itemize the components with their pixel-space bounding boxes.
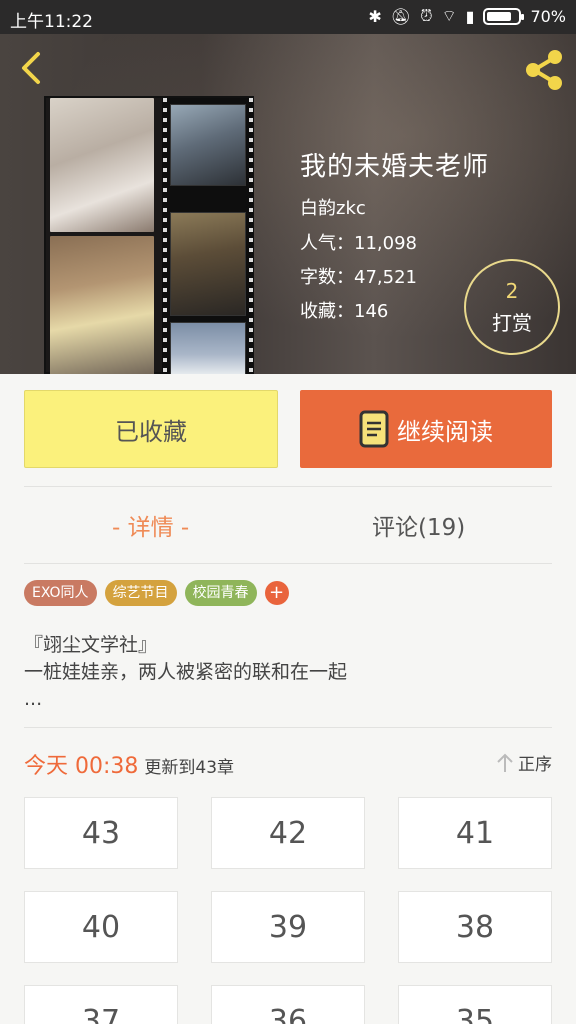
reward-button[interactable]: 2 打赏 [464,259,560,355]
description-ellipsis: ... [24,688,43,710]
book-description[interactable]: 『翊尘文学社』 一桩娃娃亲，两人被紧密的联和在一起 ... [24,632,347,713]
wifi-icon: ⌔ [441,6,457,25]
continue-reading-label: 继续阅读 [397,417,493,446]
description-line: 一桩娃娃亲，两人被紧密的联和在一起 [24,661,348,683]
chapter-button[interactable]: 35 [398,985,552,1024]
tag-list: EXO同人 综艺节目 校园青春 + [24,580,289,606]
stat-popularity: 人气：11,098 [300,233,417,254]
tab-detail[interactable]: - 详情 - [112,508,189,542]
reward-label: 打赏 [492,311,532,335]
share-icon [526,50,562,90]
status-icons: ✱ 🔕︎ ⏰︎ ⌔ ▮ 70% [368,6,566,26]
bluetooth-icon: ✱ [368,6,382,26]
divider [24,727,552,728]
chapter-button[interactable]: 36 [211,985,365,1024]
chevron-left-icon [22,52,40,84]
tab-comments[interactable]: 评论(19) [372,508,465,542]
status-time: 上午11:22 [10,12,93,32]
arrow-up-icon [497,753,513,772]
update-chapter: 更新到43章 [144,758,235,778]
tag-variety-show[interactable]: 综艺节目 [104,580,177,606]
book-cover-image[interactable] [44,96,254,374]
share-button[interactable] [522,48,566,92]
chapter-button[interactable]: 37 [24,985,178,1024]
book-author: 白韵zkc [300,198,366,219]
description-line: 『翊尘文学社』 [24,634,158,656]
sort-order-button[interactable]: 正序 [496,750,552,775]
chapter-button[interactable]: 39 [211,891,365,963]
cover-film-strip [162,98,254,374]
chapter-button[interactable]: 38 [398,891,552,963]
battery-percent: 70% [530,6,566,26]
book-icon [359,410,389,448]
add-tag-button[interactable]: + [264,581,289,605]
chapter-button[interactable]: 43 [24,797,178,869]
book-title: 我的未婚夫老师 [300,152,490,182]
reward-count: 2 [505,279,519,303]
stat-favorites: 收藏：146 [300,301,389,322]
chapter-button[interactable]: 40 [24,891,178,963]
book-header: 我的未婚夫老师 白韵zkc 人气：11,098 字数：47,521 收藏：146… [0,34,576,374]
tag-exo[interactable]: EXO同人 [24,580,97,606]
update-time: 今天 00:38 [24,754,139,779]
alarm-icon: ⏰︎ [420,6,433,25]
divider [24,486,552,487]
signal-icon: ▮ [465,6,475,26]
continue-reading-button[interactable]: 继续阅读 [300,390,552,468]
book-info: 我的未婚夫老师 白韵zkc 人气：11,098 字数：47,521 收藏：146 [300,146,490,322]
chapter-button[interactable]: 42 [211,797,365,869]
update-info: 今天 00:38 更新到43章 [24,748,234,780]
favorited-button[interactable]: 已收藏 [24,390,278,468]
divider [24,563,552,564]
favorited-label: 已收藏 [115,417,187,446]
cover-photo-collage [50,98,154,374]
back-button[interactable] [14,48,50,88]
status-bar: 上午11:22 ✱ 🔕︎ ⏰︎ ⌔ ▮ 70% [0,0,576,34]
tag-campus-youth[interactable]: 校园青春 [184,580,257,606]
stat-word-count: 字数：47,521 [300,267,417,288]
chapter-button[interactable]: 41 [398,797,552,869]
battery-icon [483,7,525,25]
sort-order-label: 正序 [518,755,552,775]
mute-icon: 🔕︎ [390,6,412,26]
